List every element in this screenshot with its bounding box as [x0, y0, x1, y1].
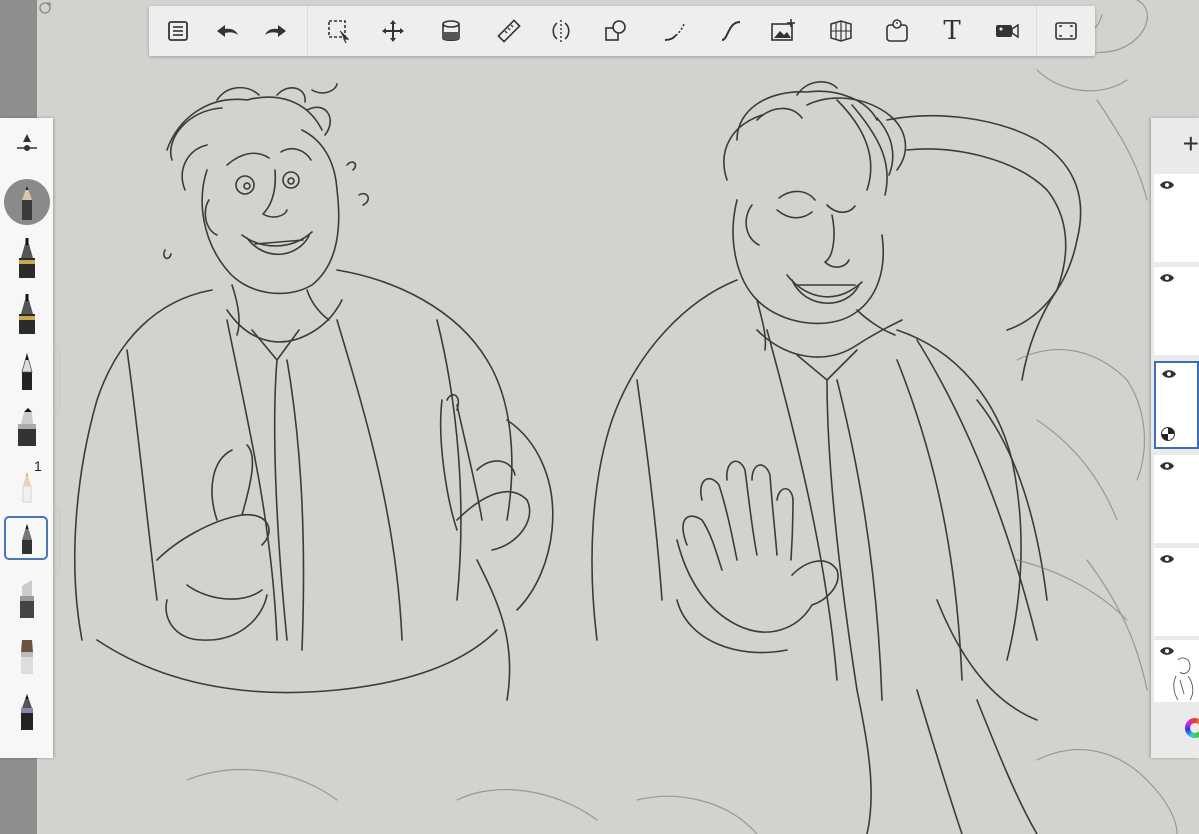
technical-pen-icon[interactable]: [0, 286, 53, 342]
eye-icon[interactable]: [1159, 461, 1175, 471]
brush-palette: 1: [0, 118, 60, 758]
drawing-canvas[interactable]: [37, 0, 1199, 834]
palette-group-bracket: [53, 348, 60, 412]
fine-liner-icon[interactable]: [0, 342, 53, 398]
move-icon[interactable]: [371, 6, 415, 56]
text-icon[interactable]: T: [930, 6, 974, 56]
fullscreen-icon[interactable]: [1044, 6, 1088, 56]
ruler-icon[interactable]: [487, 6, 531, 56]
palette-group-bracket: [53, 510, 60, 574]
eye-icon[interactable]: [1161, 369, 1177, 379]
blend-mode-icon[interactable]: [1161, 427, 1175, 441]
main-toolbar: T: [149, 6, 1095, 56]
timelapse-icon[interactable]: [875, 6, 919, 56]
sync-icon[interactable]: [37, 0, 53, 16]
pencil-icon[interactable]: [0, 510, 53, 566]
layer-panel: +: [1151, 118, 1199, 758]
eye-icon[interactable]: [1159, 554, 1175, 564]
symmetry-icon[interactable]: [539, 6, 583, 56]
layer-thumbnail[interactable]: [1154, 455, 1199, 543]
list-icon[interactable]: [156, 6, 200, 56]
layer-thumbnail[interactable]: [1154, 174, 1199, 262]
color-wheel-icon[interactable]: [1185, 718, 1199, 738]
perspective-grid-icon[interactable]: [819, 6, 863, 56]
add-layer-button[interactable]: +: [1151, 118, 1199, 170]
pencil-tip-icon[interactable]: [0, 174, 53, 230]
layer-thumbnail[interactable]: [1154, 548, 1199, 636]
lasso-select-icon[interactable]: [317, 6, 361, 56]
paint-bucket-icon[interactable]: [429, 6, 473, 56]
curve-icon[interactable]: [709, 6, 753, 56]
marker-icon[interactable]: [0, 398, 53, 454]
soft-brush-icon[interactable]: 1: [0, 454, 53, 510]
ink-pen-icon[interactable]: [0, 682, 53, 738]
paint-brush-icon[interactable]: [0, 626, 53, 682]
sketch-artwork: [74, 0, 1178, 834]
add-image-icon[interactable]: [761, 6, 805, 56]
eye-icon[interactable]: [1159, 180, 1175, 190]
brush-badge: 1: [34, 458, 42, 474]
redo-icon[interactable]: [254, 6, 298, 56]
chisel-marker-icon[interactable]: [0, 570, 53, 626]
eye-icon[interactable]: [1159, 273, 1175, 283]
layer-thumbnail[interactable]: [1154, 267, 1199, 355]
layer-thumbnail-selected[interactable]: [1154, 361, 1199, 449]
brush-slider-icon[interactable]: [0, 120, 53, 170]
record-video-icon[interactable]: [985, 6, 1029, 56]
layer-sketch-preview: [1173, 657, 1194, 700]
layer-thumbnail[interactable]: [1154, 640, 1199, 702]
undo-icon[interactable]: [205, 6, 249, 56]
predictive-stroke-icon[interactable]: [653, 6, 697, 56]
shapes-icon[interactable]: [594, 6, 638, 56]
technical-pen-icon[interactable]: [0, 230, 53, 286]
